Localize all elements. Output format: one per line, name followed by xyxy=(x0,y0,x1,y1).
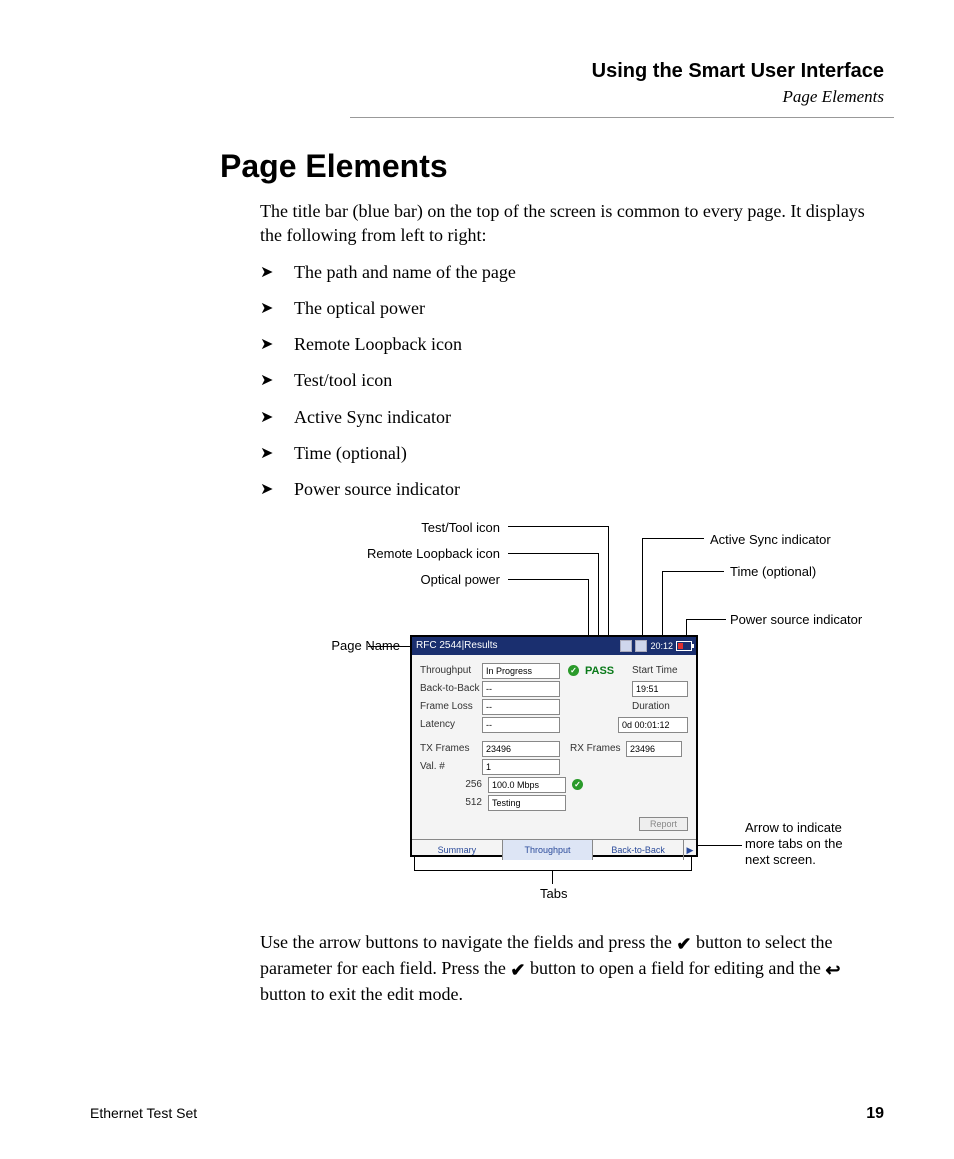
device-screen: RFC 2544|Results 20:12 Throughput In Pro… xyxy=(410,635,698,857)
page-title: Page Elements xyxy=(220,148,894,185)
check-icon: ✓ xyxy=(572,779,583,790)
intro-block: The title bar (blue bar) on the top of t… xyxy=(260,199,884,502)
label: Latency xyxy=(420,719,482,730)
field-value: -- xyxy=(482,717,560,733)
tab-throughput[interactable]: Throughput xyxy=(503,840,594,860)
check-icon: ✔ xyxy=(676,932,691,956)
callout-test-tool: Test/Tool icon xyxy=(380,520,500,535)
label: Throughput xyxy=(420,665,482,676)
device-title-text: RFC 2544|Results xyxy=(416,637,498,655)
text: more tabs on the xyxy=(745,836,843,851)
field-value: -- xyxy=(482,699,560,715)
callout-remote-loopback: Remote Loopback icon xyxy=(330,546,500,561)
label: TX Frames xyxy=(420,743,482,754)
back-arrow-icon: ↩ xyxy=(825,958,840,982)
check-icon: ✔ xyxy=(510,958,525,982)
field-value: 100.0 Mbps xyxy=(488,777,566,793)
section-title: Page Elements xyxy=(60,87,884,107)
field-value: -- xyxy=(482,681,560,697)
label: 256 xyxy=(420,779,488,790)
footer-product: Ethernet Test Set xyxy=(90,1105,197,1123)
annotated-diagram: Test/Tool icon Remote Loopback icon Opti… xyxy=(250,520,890,920)
callout-optical-power: Optical power xyxy=(380,572,500,587)
instruction-block: Use the arrow buttons to navigate the fi… xyxy=(260,930,884,1007)
text: Arrow to indicate xyxy=(745,820,842,835)
field-value: Testing xyxy=(488,795,566,811)
tabs-more-arrow[interactable]: ▶ xyxy=(684,840,696,860)
label: RX Frames xyxy=(570,743,626,754)
label: Start Time xyxy=(632,665,688,676)
field-value: 19:51 xyxy=(632,681,688,697)
chapter-title: Using the Smart User Interface xyxy=(60,60,884,83)
label: 512 xyxy=(420,797,488,808)
label: Back-to-Back xyxy=(420,683,482,694)
field-value: 0d 00:01:12 xyxy=(618,717,688,733)
field-value: In Progress xyxy=(482,663,560,679)
list-item: The optical power xyxy=(260,296,884,320)
field-value: 1 xyxy=(482,759,560,775)
label: Frame Loss xyxy=(420,701,482,712)
callout-time: Time (optional) xyxy=(730,564,816,579)
remote-loopback-icon xyxy=(620,640,632,652)
text: next screen. xyxy=(745,852,816,867)
list-item: Power source indicator xyxy=(260,477,884,501)
text: Use the arrow buttons to navigate the fi… xyxy=(260,932,676,952)
pass-badge: ✓ PASS xyxy=(568,665,614,677)
list-item: The path and name of the page xyxy=(260,260,884,284)
tab-back-to-back[interactable]: Back-to-Back xyxy=(593,840,684,860)
footer-page-number: 19 xyxy=(866,1105,884,1123)
callout-active-sync: Active Sync indicator xyxy=(710,532,831,547)
feature-list: The path and name of the page The optica… xyxy=(260,260,884,502)
intro-paragraph: The title bar (blue bar) on the top of t… xyxy=(260,199,884,248)
list-item: Active Sync indicator xyxy=(260,405,884,429)
header-rule xyxy=(350,117,894,118)
text: button to open a field for editing and t… xyxy=(530,958,825,978)
list-item: Remote Loopback icon xyxy=(260,332,884,356)
label: Val. # xyxy=(420,761,482,772)
running-head: Using the Smart User Interface Page Elem… xyxy=(60,60,884,107)
tab-summary[interactable]: Summary xyxy=(412,840,503,860)
list-item: Time (optional) xyxy=(260,441,884,465)
field-value: 23496 xyxy=(626,741,682,757)
callout-tabs: Tabs xyxy=(540,886,567,901)
text: button to exit the edit mode. xyxy=(260,984,463,1004)
label: Duration xyxy=(632,701,688,712)
callout-power-source: Power source indicator xyxy=(730,612,862,627)
document-page: Using the Smart User Interface Page Elem… xyxy=(0,0,954,1159)
device-content: Throughput In Progress ✓ PASS Start Time… xyxy=(412,655,696,835)
instruction-paragraph: Use the arrow buttons to navigate the fi… xyxy=(260,930,884,1007)
list-item: Test/tool icon xyxy=(260,368,884,392)
report-button[interactable]: Report xyxy=(639,817,688,831)
field-value: 23496 xyxy=(482,741,560,757)
titlebar-icons: 20:12 xyxy=(620,637,692,655)
pass-text: PASS xyxy=(585,665,614,677)
clock-time: 20:12 xyxy=(650,637,673,655)
battery-icon xyxy=(676,641,692,651)
test-tool-icon xyxy=(635,640,647,652)
device-tabbar: Summary Throughput Back-to-Back ▶ xyxy=(412,839,696,860)
device-titlebar: RFC 2544|Results 20:12 xyxy=(412,637,696,655)
check-icon: ✓ xyxy=(568,665,579,676)
callout-more-tabs: Arrow to indicate more tabs on the next … xyxy=(745,820,895,869)
page-footer: Ethernet Test Set 19 xyxy=(90,1105,884,1123)
